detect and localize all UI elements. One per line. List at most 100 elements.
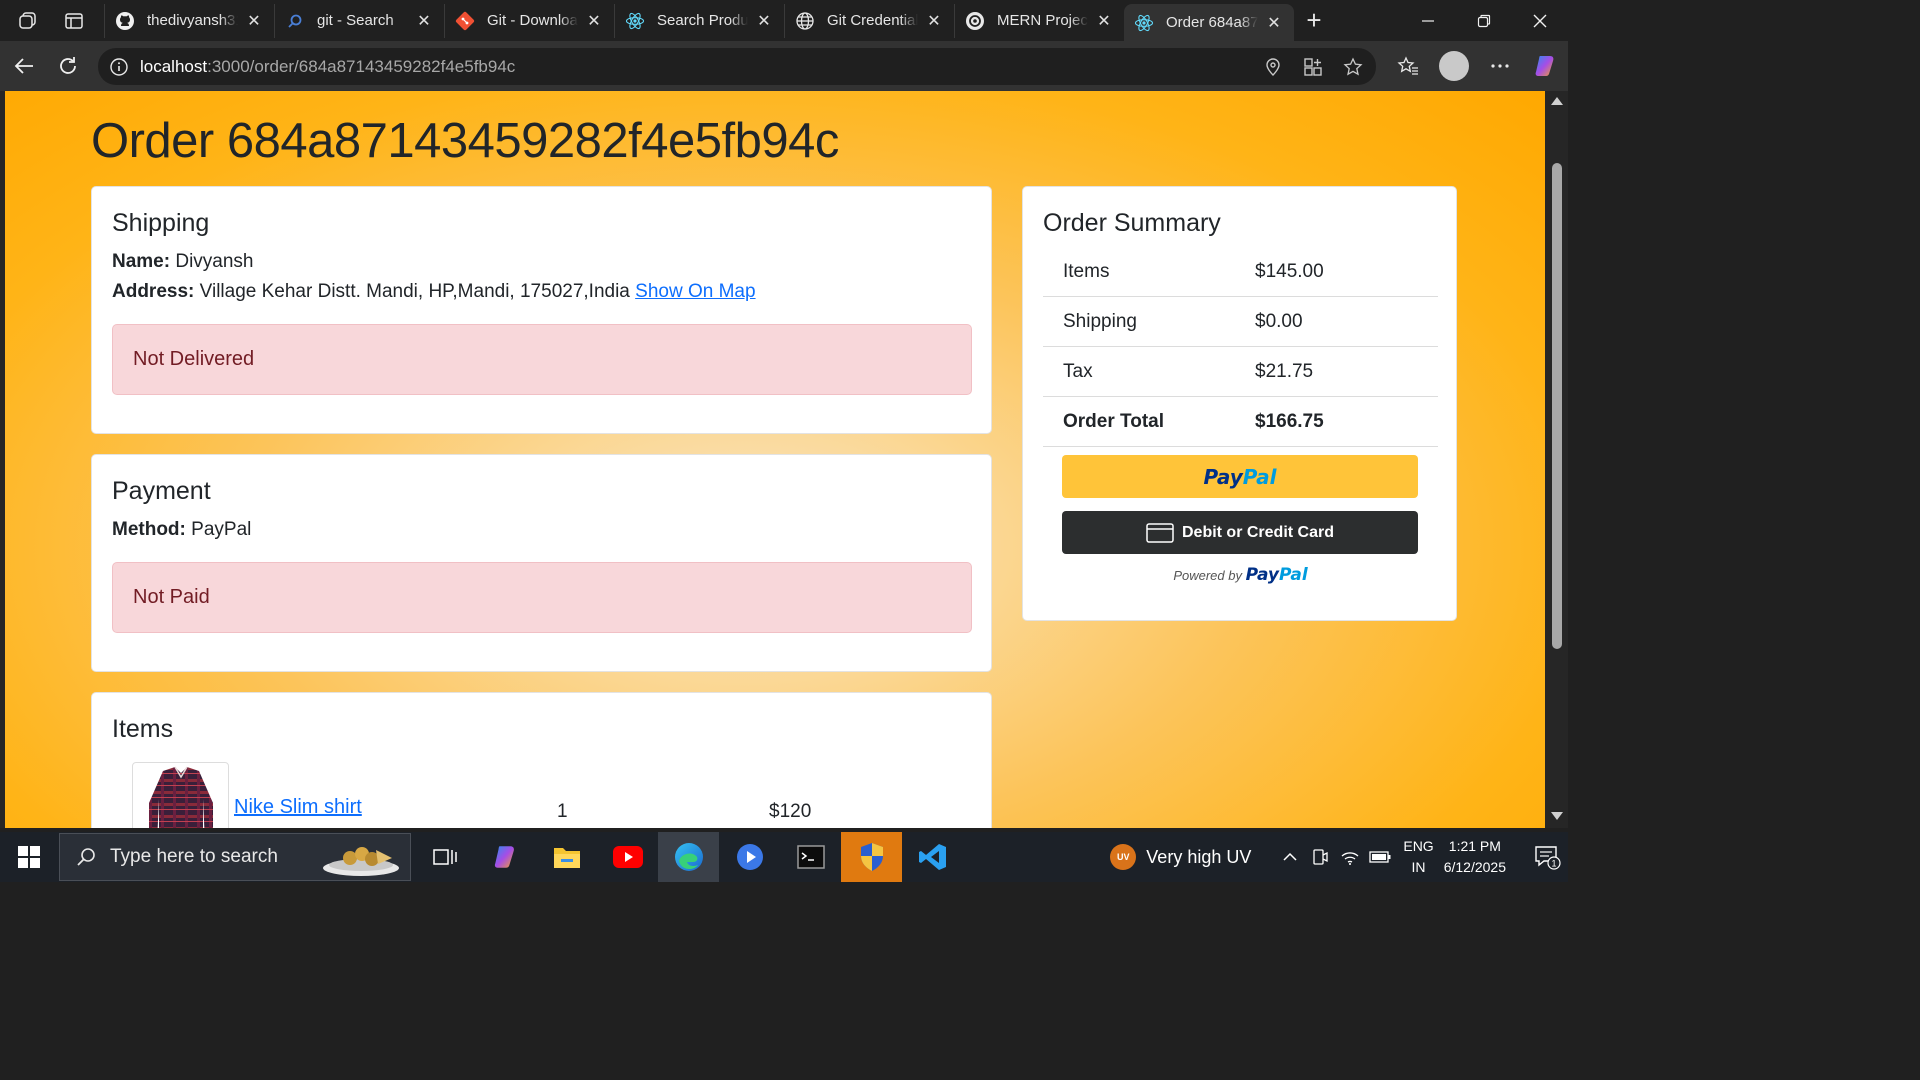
taskbar-search-box[interactable]: Type here to search <box>59 833 411 881</box>
file-explorer-icon[interactable] <box>536 832 597 882</box>
scroll-down-arrow-icon[interactable] <box>1551 812 1563 820</box>
url-path: :3000/order/684a87143459282f4e5fb94c <box>207 56 516 76</box>
tab-actions-icon[interactable] <box>62 9 86 33</box>
battery-icon[interactable] <box>1365 850 1395 864</box>
browser-tab[interactable]: Git - Downloads ✕ <box>444 3 614 38</box>
summary-heading: Order Summary <box>1043 209 1221 237</box>
page-title: Order 684a87143459282f4e5fb94c <box>91 114 839 168</box>
windows-taskbar: Type here to search UV Very high UV ENG … <box>0 832 1568 882</box>
location-pin-icon[interactable] <box>1262 56 1284 78</box>
scroll-up-arrow-icon[interactable] <box>1551 97 1563 105</box>
region-code: IN <box>1411 859 1426 875</box>
summary-row-shipping: Shipping $0.00 <box>1043 297 1438 347</box>
language-indicator[interactable]: ENG IN <box>1403 836 1433 878</box>
refresh-icon[interactable] <box>46 48 90 84</box>
app-available-icon[interactable] <box>1302 56 1324 78</box>
product-quantity: 1 <box>557 801 568 822</box>
task-view-icon[interactable] <box>414 832 475 882</box>
openai-icon <box>965 11 985 31</box>
back-arrow-icon[interactable] <box>2 48 46 84</box>
page-scrollbar[interactable] <box>1546 91 1568 828</box>
paypal-button[interactable]: PayPal <box>1062 455 1418 498</box>
system-clock[interactable]: 1:21 PM 6/12/2025 <box>1444 836 1506 878</box>
browser-tab[interactable]: thedivyansh31 ✕ <box>104 3 274 38</box>
browser-toolbar: localhost:3000/order/684a87143459282f4e5… <box>0 41 1568 91</box>
site-info-icon[interactable] <box>110 57 128 76</box>
tab-title: Search Products <box>657 12 748 29</box>
favorites-icon[interactable] <box>1392 50 1424 82</box>
globe-icon <box>795 11 815 31</box>
page-viewport: Order 684a87143459282f4e5fb94c Shipping … <box>0 91 1568 828</box>
show-hidden-icons-chevron-icon[interactable] <box>1275 852 1305 862</box>
summary-value: $0.00 <box>1255 310 1303 332</box>
debit-credit-card-button[interactable]: Debit or Credit Card <box>1062 511 1418 554</box>
url-host: localhost <box>140 56 208 76</box>
show-on-map-link[interactable]: Show On Map <box>635 281 755 302</box>
close-tab-icon[interactable]: ✕ <box>924 11 944 31</box>
scrollbar-thumb[interactable] <box>1552 163 1562 649</box>
close-tab-icon[interactable]: ✕ <box>414 11 434 31</box>
browser-tab[interactable]: MERN Project ✕ <box>954 3 1124 38</box>
method-label: Method: <box>112 519 186 540</box>
browser-tab-active[interactable]: Order 684a8714 ✕ <box>1124 3 1294 42</box>
name-label: Name: <box>112 251 171 272</box>
close-tab-icon[interactable]: ✕ <box>584 11 604 31</box>
close-tab-icon[interactable]: ✕ <box>244 11 264 31</box>
minimize-icon[interactable] <box>1400 0 1456 41</box>
restore-icon[interactable] <box>1456 0 1512 41</box>
product-image <box>132 762 229 828</box>
security-shield-icon[interactable] <box>841 832 902 882</box>
summary-row-total: Order Total $166.75 <box>1043 397 1438 447</box>
summary-label: Order Total <box>1063 410 1164 432</box>
address-bar[interactable]: localhost:3000/order/684a87143459282f4e5… <box>98 48 1376 85</box>
payment-status-alert: Not Paid <box>112 562 972 633</box>
close-tab-icon[interactable]: ✕ <box>1264 13 1284 33</box>
new-tab-button[interactable]: + <box>1294 4 1334 38</box>
windows-start-icon[interactable] <box>0 832 58 882</box>
summary-value: $21.75 <box>1255 360 1314 382</box>
shipping-heading: Shipping <box>112 209 210 237</box>
tab-title: git - Search <box>317 12 394 29</box>
close-tab-icon[interactable]: ✕ <box>754 11 774 31</box>
terminal-icon[interactable] <box>780 832 841 882</box>
order-summary-card: Order Summary Items $145.00 Shipping $0.… <box>1022 186 1457 621</box>
github-icon <box>115 11 135 31</box>
product-link[interactable]: Nike Slim shirt <box>234 796 362 819</box>
notification-center-icon[interactable]: 1 <box>1528 844 1568 870</box>
weather-widget[interactable]: UV Very high UV <box>1110 844 1251 870</box>
workspaces-icon[interactable] <box>16 9 40 33</box>
search-icon <box>285 11 305 31</box>
close-tab-icon[interactable]: ✕ <box>1094 11 1114 31</box>
vscode-icon[interactable] <box>902 832 963 882</box>
meet-now-icon[interactable] <box>1305 848 1335 866</box>
copilot-app-icon[interactable] <box>475 832 536 882</box>
shipping-card: Shipping Name: Divyansh Address: Village… <box>91 186 992 434</box>
browser-tab[interactable]: git - Search ✕ <box>274 3 444 38</box>
copilot-icon[interactable] <box>1530 50 1562 82</box>
clock-date: 6/12/2025 <box>1443 859 1506 875</box>
credit-card-icon <box>1146 522 1174 543</box>
delivery-status-alert: Not Delivered <box>112 324 972 395</box>
order-page: Order 684a87143459282f4e5fb94c Shipping … <box>5 91 1545 828</box>
edge-browser-icon[interactable] <box>658 832 719 882</box>
method-value: PayPal <box>191 519 252 540</box>
profile-avatar[interactable] <box>1438 50 1470 82</box>
search-placeholder: Type here to search <box>110 846 278 867</box>
more-menu-icon[interactable] <box>1484 50 1516 82</box>
wifi-icon[interactable] <box>1335 848 1365 866</box>
close-window-icon[interactable] <box>1512 0 1568 41</box>
paypal-logo: PayPal <box>1203 464 1277 489</box>
browser-tab[interactable]: Search Products ✕ <box>614 3 784 38</box>
items-heading: Items <box>112 715 174 743</box>
youtube-icon[interactable] <box>597 832 658 882</box>
tab-title: Git Credential Manager <box>827 12 918 29</box>
favorite-star-icon[interactable] <box>1342 56 1364 78</box>
browser-tab[interactable]: Git Credential Manager ✕ <box>784 3 954 38</box>
media-player-icon[interactable] <box>719 832 780 882</box>
react-icon <box>625 11 645 31</box>
summary-value: $145.00 <box>1255 260 1324 282</box>
search-highlight-image <box>320 838 402 878</box>
react-icon <box>1134 13 1154 33</box>
clock-time: 1:21 PM <box>1448 838 1501 854</box>
powered-by-paypal: Powered by PayPal <box>1173 565 1308 585</box>
